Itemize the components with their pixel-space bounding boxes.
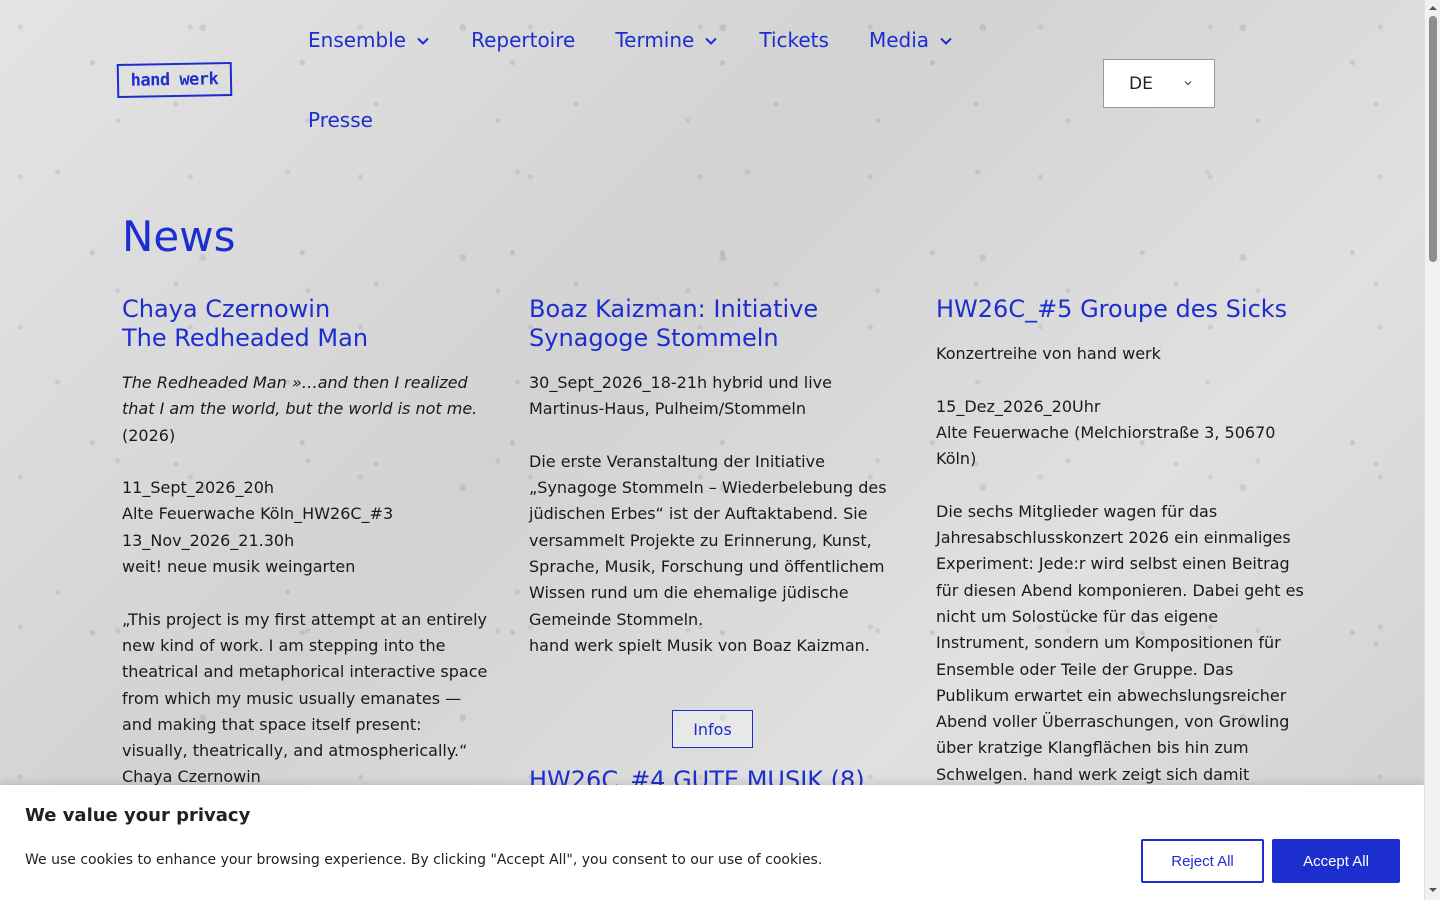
language-selected: DE bbox=[1129, 73, 1153, 94]
date-line: Alte Feuerwache (Melchiorstraße 3, 50670… bbox=[936, 422, 1276, 469]
nav-item-label: Repertoire bbox=[471, 28, 576, 52]
page-title: News bbox=[122, 212, 236, 261]
post-body: The Redheaded Man »…and then I realized … bbox=[122, 370, 492, 791]
post-body: Konzertreihe von hand werk 15_Dez_2026_2… bbox=[936, 341, 1306, 788]
quote-text: „This project is my first attempt at an … bbox=[122, 609, 488, 761]
nav-item-label: Media bbox=[868, 28, 930, 52]
news-post: HW26C_#5 Groupe des Sicks Konzertreihe v… bbox=[936, 295, 1306, 788]
nav-row: Presse bbox=[308, 102, 1008, 138]
logo-text: hand werk bbox=[130, 69, 219, 91]
date-line: 30_Sept_2026_18-21h hybrid und live bbox=[529, 373, 832, 392]
post-title-line[interactable]: Synagoge Stommeln bbox=[529, 324, 779, 352]
date-line: 15_Dez_2026_20Uhr bbox=[936, 396, 1101, 416]
infos-button[interactable]: Infos bbox=[672, 710, 753, 748]
site-logo[interactable]: hand werk bbox=[116, 61, 233, 99]
nav-item-tickets[interactable]: Tickets bbox=[759, 28, 829, 52]
cookie-title: We value your privacy bbox=[25, 805, 251, 826]
nav-item-repertoire[interactable]: Repertoire bbox=[471, 28, 575, 52]
vertical-scrollbar[interactable] bbox=[1424, 0, 1440, 900]
post-title[interactable]: Chaya Czernowin The Redheaded Man bbox=[122, 295, 492, 353]
post-subtitle: Konzertreihe von hand werk bbox=[936, 344, 1161, 363]
post-title-line[interactable]: Boaz Kaizman: Initiative bbox=[529, 295, 818, 323]
post-description: Die erste Veranstaltung der Initiative „… bbox=[529, 449, 899, 659]
cookie-text: We use cookies to enhance your browsing … bbox=[25, 852, 823, 868]
date-line: Martinus-Haus, Pulheim/Stommeln bbox=[529, 399, 806, 419]
date-line: weit! neue musik weingarten bbox=[122, 557, 356, 577]
post-body: 30_Sept_2026_18-21h hybrid und live Mart… bbox=[529, 370, 899, 659]
news-post: Chaya Czernowin The Redheaded Man The Re… bbox=[122, 295, 492, 791]
chevron-down-icon bbox=[940, 37, 952, 45]
post-dates: 11_Sept_2026_20h Alte Feuerwache Köln_HW… bbox=[122, 475, 492, 580]
post-dates: 15_Dez_2026_20Uhr Alte Feuerwache (Melch… bbox=[936, 394, 1306, 473]
chevron-down-icon bbox=[417, 37, 429, 45]
post-quote: „This project is my first attempt at an … bbox=[122, 607, 492, 791]
page: hand werk Ensemble Repertoire Termine Ti… bbox=[0, 0, 1424, 900]
post-dates: 30_Sept_2026_18-21h hybrid und live Mart… bbox=[529, 370, 899, 423]
reject-all-button[interactable]: Reject All bbox=[1141, 839, 1264, 883]
nav-item-label: Termine bbox=[615, 28, 695, 52]
scroll-up-icon[interactable] bbox=[1429, 4, 1437, 12]
post-intro: The Redheaded Man »…and then I realized … bbox=[122, 370, 492, 449]
accept-all-button[interactable]: Accept All bbox=[1272, 839, 1400, 883]
post-title[interactable]: Boaz Kaizman: Initiative Synagoge Stomme… bbox=[529, 295, 899, 353]
news-post: Boaz Kaizman: Initiative Synagoge Stomme… bbox=[529, 295, 899, 659]
date-line: 13_Nov_2026_21.30h bbox=[122, 530, 295, 550]
quote-author: Chaya Czernowin bbox=[122, 767, 261, 787]
cookie-banner: We value your privacy We use cookies to … bbox=[0, 785, 1424, 900]
work-year: (2026) bbox=[122, 425, 176, 445]
post-title[interactable]: HW26C_#5 Groupe des Sicks bbox=[936, 295, 1306, 324]
chevron-down-icon bbox=[705, 37, 718, 45]
date-line: 11_Sept_2026_20h bbox=[122, 478, 275, 498]
scroll-down-icon[interactable] bbox=[1429, 886, 1437, 894]
nav-item-label: Ensemble bbox=[308, 28, 407, 52]
chevron-down-icon bbox=[1184, 81, 1192, 86]
post-title-line[interactable]: Chaya Czernowin bbox=[122, 295, 330, 323]
post-description: Die sechs Mitglieder wagen für das Jahre… bbox=[936, 501, 1304, 784]
main-navigation: Ensemble Repertoire Termine Tickets Medi… bbox=[308, 22, 1008, 138]
post-title-line[interactable]: The Redheaded Man bbox=[122, 324, 368, 352]
nav-row: Ensemble Repertoire Termine Tickets Medi… bbox=[308, 22, 1008, 58]
nav-item-presse[interactable]: Presse bbox=[308, 108, 373, 132]
scrollbar-thumb[interactable] bbox=[1429, 16, 1437, 262]
date-line: Alte Feuerwache Köln_HW26C_#3 bbox=[122, 504, 394, 524]
nav-item-label: Presse bbox=[308, 108, 373, 132]
language-select[interactable]: DE bbox=[1103, 59, 1215, 108]
post-title-line[interactable]: HW26C_#5 Groupe des Sicks bbox=[936, 295, 1287, 323]
nav-item-label: Tickets bbox=[759, 28, 829, 52]
description-text: Die erste Veranstaltung der Initiative „… bbox=[529, 451, 887, 629]
nav-item-media[interactable]: Media bbox=[869, 28, 954, 52]
post-note: hand werk spielt Musik von Boaz Kaizman. bbox=[529, 635, 870, 655]
work-title: The Redheaded Man »…and then I realized … bbox=[122, 373, 478, 419]
nav-item-ensemble[interactable]: Ensemble bbox=[308, 28, 431, 52]
nav-item-termine[interactable]: Termine bbox=[615, 28, 719, 52]
